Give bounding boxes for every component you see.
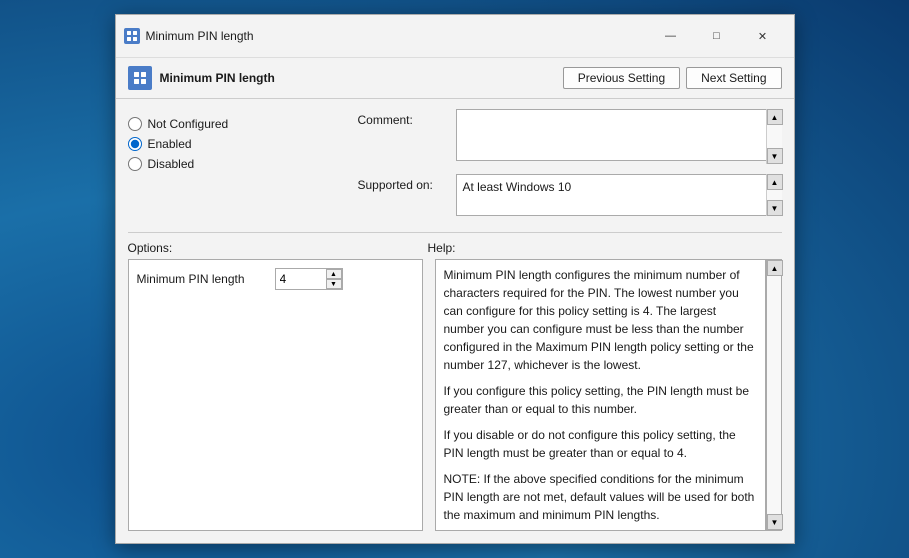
help-panel: Minimum PIN length configures the minimu… (435, 259, 766, 531)
supported-scrollbar: ▲ ▼ (766, 174, 782, 216)
min-pin-row: Minimum PIN length 4 ▲ ▼ (137, 268, 414, 290)
scroll-track (767, 125, 782, 148)
scroll-down-btn[interactable]: ▼ (767, 148, 783, 164)
comment-row: Comment: ▲ ▼ (358, 109, 782, 164)
help-outer: Minimum PIN length configures the minimu… (435, 259, 782, 531)
enabled-label: Enabled (148, 137, 192, 151)
not-configured-radio[interactable] (128, 117, 142, 131)
disabled-option[interactable]: Disabled (128, 157, 358, 171)
supported-label: Supported on: (358, 174, 448, 192)
comment-textarea[interactable] (456, 109, 782, 161)
supported-wrap: At least Windows 10 ▲ ▼ (456, 174, 782, 216)
help-section-label: Help: (428, 241, 782, 255)
dialog-content: Minimum PIN length Previous Setting Next… (116, 58, 794, 543)
left-panel: Not Configured Enabled Disabled (128, 109, 358, 222)
titlebar: Minimum PIN length — □ ✕ (116, 15, 794, 58)
maximize-button[interactable]: □ (694, 21, 740, 51)
help-paragraph: Minimum PIN length configures the minimu… (444, 266, 757, 374)
previous-setting-button[interactable]: Previous Setting (563, 67, 680, 89)
minimize-button[interactable]: — (648, 21, 694, 51)
policy-name: Minimum PIN length (160, 71, 563, 85)
policy-icon (128, 66, 152, 90)
not-configured-label: Not Configured (148, 117, 229, 131)
spinner-up-button[interactable]: ▲ (326, 269, 342, 279)
help-paragraph: NOTE: If the above specified conditions … (444, 470, 757, 524)
comment-scrollbar: ▲ ▼ (766, 109, 782, 164)
supported-scroll-up[interactable]: ▲ (767, 174, 783, 190)
disabled-radio[interactable] (128, 157, 142, 171)
options-section-label: Options: (128, 241, 428, 255)
supported-text: At least Windows 10 (460, 178, 575, 196)
pin-spinner: 4 ▲ ▼ (275, 268, 343, 290)
right-panel: Comment: ▲ ▼ Supported on: (358, 109, 782, 222)
options-help-content: Minimum PIN length 4 ▲ ▼ Minimum PIN len… (116, 259, 794, 543)
supported-row: Supported on: At least Windows 10 ▲ ▼ (358, 174, 782, 216)
spinner-down-button[interactable]: ▼ (326, 279, 342, 289)
next-setting-button[interactable]: Next Setting (686, 67, 781, 89)
window-title: Minimum PIN length (146, 29, 648, 43)
scroll-up-btn[interactable]: ▲ (767, 109, 783, 125)
titlebar-controls: — □ ✕ (648, 21, 786, 51)
help-scroll-down[interactable]: ▼ (767, 514, 783, 530)
pin-value-input[interactable]: 4 (276, 269, 326, 289)
window-icon (124, 28, 140, 44)
enabled-option[interactable]: Enabled (128, 137, 358, 151)
help-scroll-up[interactable]: ▲ (767, 260, 783, 276)
supported-scroll-down[interactable]: ▼ (767, 200, 783, 216)
close-button[interactable]: ✕ (740, 21, 786, 51)
options-panel: Minimum PIN length 4 ▲ ▼ (128, 259, 423, 531)
help-paragraph: If you disable or do not configure this … (444, 426, 757, 462)
help-paragraph: If you configure this policy setting, th… (444, 382, 757, 418)
help-scrollbar: ▲ ▼ (766, 259, 782, 531)
disabled-label: Disabled (148, 157, 195, 171)
policy-header: Minimum PIN length Previous Setting Next… (116, 58, 794, 99)
not-configured-option[interactable]: Not Configured (128, 117, 358, 131)
main-body: Not Configured Enabled Disabled Com (116, 99, 794, 232)
main-window: Minimum PIN length — □ ✕ Minimum PIN len… (115, 14, 795, 544)
comment-label: Comment: (358, 109, 448, 127)
radio-group: Not Configured Enabled Disabled (128, 109, 358, 171)
supported-scroll-track (767, 190, 782, 200)
section-headers: Options: Help: (116, 241, 794, 259)
supported-box: At least Windows 10 (456, 174, 782, 216)
comment-wrap: ▲ ▼ (456, 109, 782, 164)
enabled-radio[interactable] (128, 137, 142, 151)
nav-buttons: Previous Setting Next Setting (563, 67, 782, 89)
min-pin-label: Minimum PIN length (137, 272, 267, 286)
help-scroll-track (767, 276, 781, 514)
divider (128, 232, 782, 233)
spinner-buttons: ▲ ▼ (326, 269, 342, 289)
